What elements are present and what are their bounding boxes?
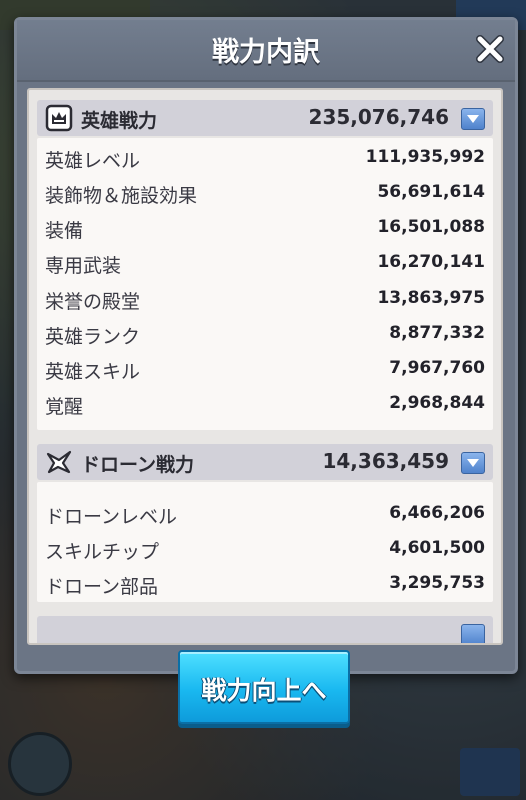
table-row: 英雄ランク 8,877,332 [37, 316, 493, 351]
next-expand-button[interactable] [461, 624, 485, 643]
hero-portrait-icon [45, 104, 73, 132]
hero-power-header[interactable]: 英雄戦力 235,076,746 [37, 100, 493, 136]
table-row: 覚醒 2,968,844 [37, 386, 493, 421]
table-row: 英雄レベル 111,935,992 [37, 140, 493, 175]
row-value: 6,466,206 [389, 503, 485, 523]
chevron-down-icon [467, 115, 479, 123]
table-row: 装飾物＆施設効果 56,691,614 [37, 175, 493, 210]
drone-icon [45, 448, 73, 476]
table-row: ドローン部品 3,295,753 [37, 566, 493, 601]
drone-expand-button[interactable] [461, 452, 485, 474]
improve-power-label: 戦力向上へ [201, 676, 327, 705]
drone-power-rows: ドローンレベル 6,466,206 スキルチップ 4,601,500 ドローン部… [37, 482, 493, 602]
row-value: 3,295,753 [389, 573, 485, 593]
row-label: 装飾物＆施設効果 [45, 185, 198, 207]
row-label: 英雄レベル [45, 150, 141, 172]
row-label: 英雄ランク [45, 326, 141, 348]
next-section-header[interactable] [37, 616, 493, 643]
hero-power-total: 235,076,746 [308, 105, 449, 129]
row-label: ドローン部品 [45, 576, 159, 598]
table-row: 栄誉の殿堂 13,863,975 [37, 281, 493, 316]
row-label: 専用武装 [45, 255, 122, 277]
close-icon[interactable] [475, 34, 505, 64]
row-value: 16,270,141 [377, 252, 485, 272]
drone-power-total: 14,363,459 [322, 449, 449, 473]
drone-power-header[interactable]: ドローン戦力 14,363,459 [37, 444, 493, 480]
row-value: 7,967,760 [389, 358, 485, 378]
table-row: ドローンレベル 6,466,206 [37, 496, 493, 531]
table-row: 英雄スキル 7,967,760 [37, 351, 493, 386]
hero-expand-button[interactable] [461, 108, 485, 130]
breakdown-list[interactable]: 英雄戦力 235,076,746 英雄レベル 111,935,992 装飾物＆施… [27, 88, 503, 645]
table-row: 装備 16,501,088 [37, 210, 493, 245]
modal-title: 戦力内訳 [212, 37, 320, 68]
row-value: 56,691,614 [377, 182, 485, 202]
row-value: 16,501,088 [377, 217, 485, 237]
hero-power-title: 英雄戦力 [81, 110, 158, 132]
row-value: 4,601,500 [389, 538, 485, 558]
table-row: 専用武装 16,270,141 [37, 245, 493, 280]
row-label: 装備 [45, 220, 84, 242]
row-label: 覚醒 [45, 396, 84, 418]
chevron-down-icon [467, 459, 479, 467]
row-value: 8,877,332 [389, 323, 485, 343]
row-value: 111,935,992 [365, 147, 485, 167]
hero-power-rows: 英雄レベル 111,935,992 装飾物＆施設効果 56,691,614 装備… [37, 138, 493, 430]
row-label: スキルチップ [45, 541, 160, 563]
row-label: 栄誉の殿堂 [45, 291, 141, 313]
modal-header: 戦力内訳 [17, 20, 515, 82]
row-value: 2,968,844 [389, 393, 485, 413]
row-label: 英雄スキル [45, 361, 141, 383]
improve-power-button[interactable]: 戦力向上へ [178, 650, 350, 724]
row-label: ドローンレベル [45, 506, 178, 528]
table-row: スキルチップ 4,601,500 [37, 531, 493, 566]
row-value: 13,863,975 [377, 288, 485, 308]
drone-power-title: ドローン戦力 [81, 454, 195, 476]
power-breakdown-modal: 戦力内訳 英雄戦力 235,076,746 英雄レベル 111,935,992 … [14, 17, 518, 674]
